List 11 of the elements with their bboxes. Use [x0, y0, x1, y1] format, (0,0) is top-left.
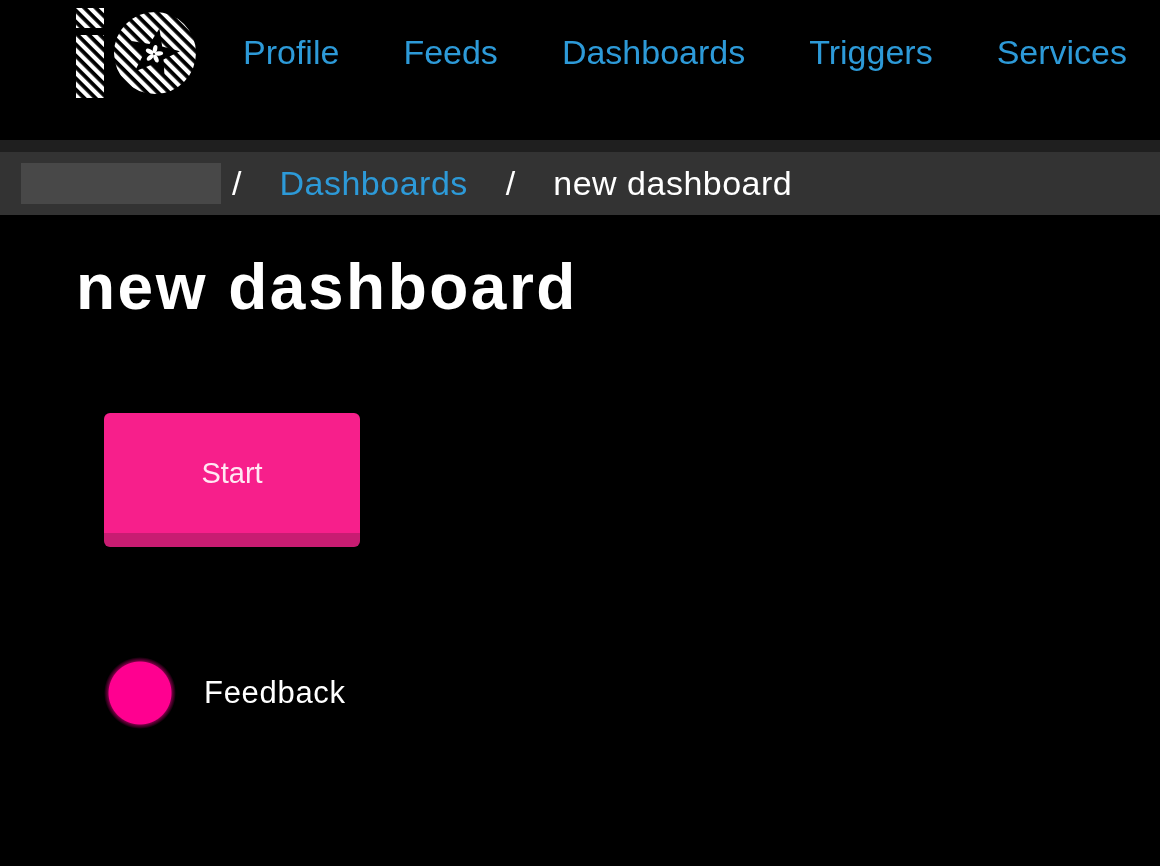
- page-title: new dashboard: [76, 251, 578, 323]
- nav-link[interactable]: Triggers: [809, 32, 933, 72]
- nav-link[interactable]: Profile: [243, 32, 340, 72]
- breadcrumb-current: new dashboard: [553, 164, 793, 203]
- breadcrumb-separator: /: [505, 164, 516, 203]
- nav-link[interactable]: Feeds: [403, 32, 498, 72]
- breadcrumb-separator: /: [232, 164, 242, 203]
- breadcrumb-link[interactable]: Dashboards: [279, 164, 468, 203]
- nav-link[interactable]: Services: [996, 32, 1128, 72]
- nav-link[interactable]: Dashboards: [561, 32, 746, 72]
- indicator-label: Feedback: [204, 675, 346, 711]
